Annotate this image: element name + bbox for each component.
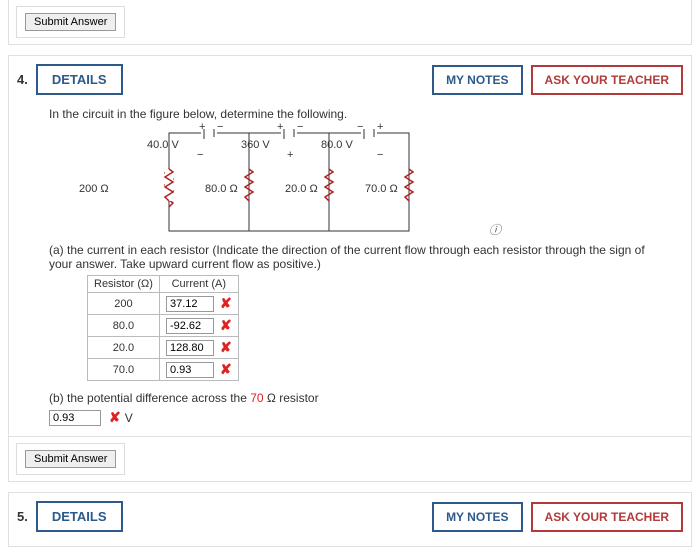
col-resistor: Resistor (Ω) <box>88 276 160 293</box>
table-row: 20.0 ✘ <box>88 337 239 359</box>
q4-footer: Submit Answer <box>9 436 691 481</box>
submit-answer-button-q4[interactable]: Submit Answer <box>25 450 116 468</box>
table-row: 200 ✘ <box>88 293 239 315</box>
r-20: 20.0 <box>88 337 160 359</box>
circuit-diagram: + − + − − + − + − 40.0 V 360 V 80.0 V 20… <box>109 129 449 235</box>
part-b-text-1: (b) the potential difference across the <box>49 391 250 405</box>
r-70: 70.0 <box>88 359 160 381</box>
table-header-row: Resistor (Ω) Current (A) <box>88 276 239 293</box>
potential-diff-input[interactable] <box>49 410 101 426</box>
r-200: 200 <box>88 293 160 315</box>
current-table: Resistor (Ω) Current (A) 200 ✘ 80.0 ✘ 20… <box>87 275 239 381</box>
q4-prompt: In the circuit in the figure below, dete… <box>49 107 651 121</box>
part-b: (b) the potential difference across the … <box>49 391 651 426</box>
v1-label: 40.0 V <box>147 139 179 151</box>
plus-3: + <box>377 121 383 133</box>
question-5-header: 5. DETAILS MY NOTES ASK YOUR TEACHER <box>9 493 691 538</box>
question-number-4: 4. <box>17 72 28 87</box>
unit-v: V <box>125 411 133 425</box>
part-b-answer-row: ✘ V <box>49 409 651 426</box>
submit-answer-button-top[interactable]: Submit Answer <box>25 13 116 31</box>
plus-2b: + <box>287 149 293 161</box>
wrong-icon: ✘ <box>216 339 232 356</box>
r1-label: 200 Ω <box>79 183 109 195</box>
question-number-5: 5. <box>17 509 28 524</box>
submit-container-top: Submit Answer <box>16 6 125 38</box>
details-button-q5[interactable]: DETAILS <box>36 501 123 532</box>
plus-1: + <box>199 121 205 133</box>
question-4: 4. DETAILS MY NOTES ASK YOUR TEACHER In … <box>8 55 692 482</box>
r4-label: 70.0 Ω <box>365 183 398 195</box>
my-notes-button-q5[interactable]: MY NOTES <box>432 502 522 532</box>
current-input-200[interactable] <box>166 296 214 312</box>
current-input-70[interactable] <box>166 362 214 378</box>
question-4-header: 4. DETAILS MY NOTES ASK YOUR TEACHER <box>9 56 691 101</box>
prev-question-tail: Submit Answer <box>8 0 692 45</box>
my-notes-button-q4[interactable]: MY NOTES <box>432 65 522 95</box>
q5-body-cut <box>9 538 691 546</box>
part-b-text-2: Ω resistor <box>264 391 319 405</box>
question-4-body: In the circuit in the figure below, dete… <box>9 101 691 436</box>
minus-3b: − <box>377 149 383 161</box>
table-row: 80.0 ✘ <box>88 315 239 337</box>
wrong-icon: ✘ <box>216 295 232 312</box>
v3-label: 80.0 V <box>321 139 353 151</box>
current-input-20[interactable] <box>166 340 214 356</box>
question-5: 5. DETAILS MY NOTES ASK YOUR TEACHER <box>8 492 692 547</box>
current-input-80[interactable] <box>166 318 214 334</box>
part-b-red: 70 <box>250 391 263 405</box>
col-current: Current (A) <box>159 276 238 293</box>
wrong-icon: ✘ <box>105 409 121 426</box>
ask-teacher-button-q4[interactable]: ASK YOUR TEACHER <box>531 65 683 95</box>
v2-label: 360 V <box>241 139 270 151</box>
plus-2: + <box>277 121 283 133</box>
ask-teacher-button-q5[interactable]: ASK YOUR TEACHER <box>531 502 683 532</box>
r3-label: 20.0 Ω <box>285 183 318 195</box>
r-80: 80.0 <box>88 315 160 337</box>
part-a-text: (a) the current in each resistor (Indica… <box>49 243 651 271</box>
table-row: 70.0 ✘ <box>88 359 239 381</box>
minus-1: − <box>217 121 223 133</box>
info-icon[interactable]: ⓘ <box>489 221 501 238</box>
minus-2: − <box>297 121 303 133</box>
details-button-q4[interactable]: DETAILS <box>36 64 123 95</box>
submit-container-q4: Submit Answer <box>16 443 125 475</box>
minus-3a: − <box>357 121 363 133</box>
r2-label: 80.0 Ω <box>205 183 238 195</box>
minus-1b: − <box>197 149 203 161</box>
wrong-icon: ✘ <box>216 317 232 334</box>
wrong-icon: ✘ <box>216 361 232 378</box>
